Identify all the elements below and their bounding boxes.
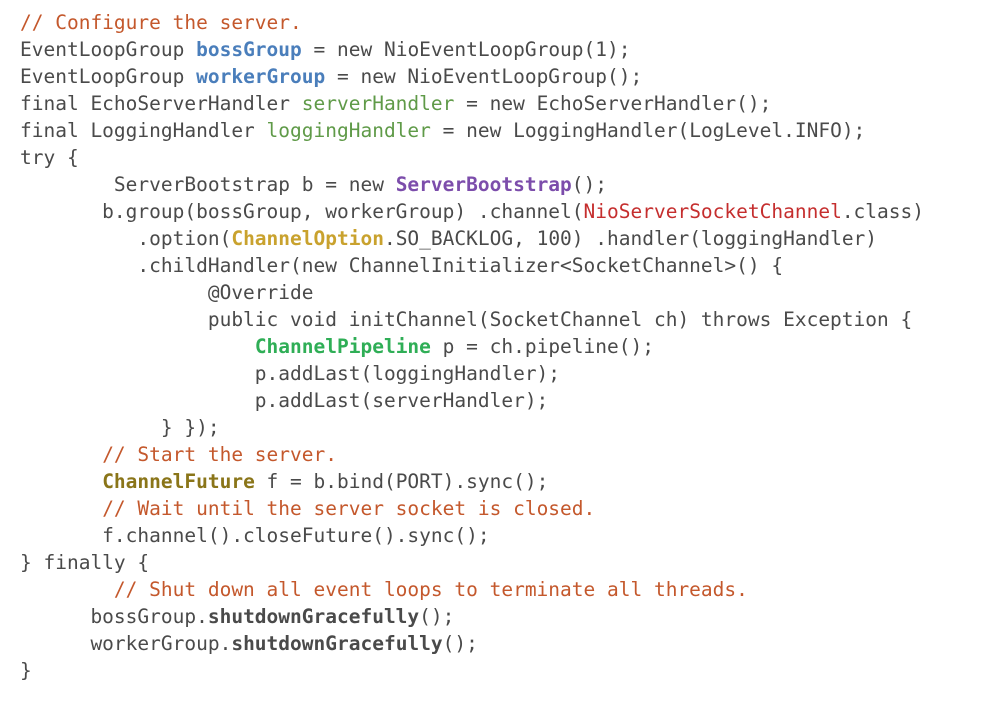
code-token: .childHandler(new ChannelInitializer<Soc… — [20, 254, 784, 277]
code-token: final EchoServerHandler — [20, 92, 302, 115]
code-token: // Start the server. — [102, 443, 337, 466]
code-token: p = ch.pipeline(); — [430, 335, 654, 358]
code-line: bossGroup.shutdownGracefully(); — [0, 603, 1000, 630]
code-token: serverHandler — [301, 92, 455, 115]
code-token: workerGroup — [196, 65, 326, 88]
code-token: shutdownGracefully — [231, 632, 443, 655]
code-token: f.channel().closeFuture().sync(); — [20, 524, 490, 547]
code-line: } finally { — [0, 549, 1000, 576]
code-token: = new LoggingHandler(LogLevel.INFO); — [430, 119, 866, 142]
code-token: (); — [442, 632, 478, 655]
code-token: .class) — [841, 200, 924, 223]
code-line: // Wait until the server socket is close… — [0, 495, 1000, 522]
code-token: ChannelPipeline — [254, 335, 431, 358]
code-line: p.addLast(serverHandler); — [0, 387, 1000, 414]
code-token: bossGroup — [196, 38, 302, 61]
code-line: p.addLast(loggingHandler); — [0, 360, 1000, 387]
code-line: final LoggingHandler loggingHandler = ne… — [0, 117, 1000, 144]
code-token: @Override — [20, 281, 314, 304]
code-token: // Shut down all event loops to terminat… — [113, 578, 748, 601]
code-token: .option( — [20, 227, 232, 250]
code-line: @Override — [0, 279, 1000, 306]
code-token: p.addLast(loggingHandler); — [20, 362, 561, 385]
code-line: } — [0, 657, 1000, 684]
code-line: ServerBootstrap b = new ServerBootstrap(… — [0, 171, 1000, 198]
code-line: b.group(bossGroup, workerGroup) .channel… — [0, 198, 1000, 225]
code-line: try { — [0, 144, 1000, 171]
code-line: // Shut down all event loops to terminat… — [0, 576, 1000, 603]
code-token: (); — [419, 605, 455, 628]
code-token: try { — [20, 146, 79, 169]
code-token: (); — [571, 173, 608, 196]
code-token: ChannelOption — [231, 227, 384, 250]
code-listing: // Configure the server. EventLoopGroup b… — [0, 9, 1000, 709]
code-token: public void initChannel(SocketChannel ch… — [20, 308, 913, 331]
code-token: f = b.bind(PORT).sync(); — [254, 470, 549, 493]
code-line: .option(ChannelOption.SO_BACKLOG, 100) .… — [0, 225, 1000, 252]
code-token: loggingHandler — [266, 119, 431, 142]
code-line: // Start the server. — [0, 441, 1000, 468]
code-line: EventLoopGroup bossGroup = new NioEventL… — [0, 36, 1000, 63]
code-token: EventLoopGroup — [20, 38, 197, 61]
code-line: .childHandler(new ChannelInitializer<Soc… — [0, 252, 1000, 279]
code-token: ChannelFuture — [102, 470, 255, 493]
code-token: // Wait until the server socket is close… — [102, 497, 596, 520]
code-token: p.addLast(serverHandler); — [20, 389, 549, 412]
code-line: } }); — [0, 414, 1000, 441]
code-line: f.channel().closeFuture().sync(); — [0, 522, 1000, 549]
code-line: workerGroup.shutdownGracefully(); — [0, 630, 1000, 657]
code-token: workerGroup. — [20, 632, 232, 655]
code-token: NioServerSocketChannel — [583, 200, 842, 223]
code-token: final LoggingHandler — [20, 119, 267, 142]
code-token: = new NioEventLoopGroup(1); — [301, 38, 631, 61]
code-token: .SO_BACKLOG, 100) .handler(loggingHandle… — [383, 227, 878, 250]
code-token: } finally { — [20, 551, 150, 574]
code-line: ChannelPipeline p = ch.pipeline(); — [0, 333, 1000, 360]
code-token: EventLoopGroup — [20, 65, 197, 88]
code-token: bossGroup. — [20, 605, 208, 628]
code-line: public void initChannel(SocketChannel ch… — [0, 306, 1000, 333]
code-line: EventLoopGroup workerGroup = new NioEven… — [0, 63, 1000, 90]
code-token: = new EchoServerHandler(); — [454, 92, 772, 115]
code-token: b.group(bossGroup, workerGroup) .channel… — [20, 200, 584, 223]
code-token: ServerBootstrap — [395, 173, 572, 196]
code-line: final EchoServerHandler serverHandler = … — [0, 90, 1000, 117]
code-line: // Configure the server. — [0, 9, 1000, 36]
code-token: } — [20, 659, 32, 682]
code-token: ServerBootstrap b = new — [20, 173, 396, 196]
code-token: // Configure the server. — [20, 11, 302, 34]
code-token: shutdownGracefully — [207, 605, 420, 628]
code-token: } }); — [20, 416, 220, 439]
code-token: = new NioEventLoopGroup(); — [325, 65, 643, 88]
code-line: ChannelFuture f = b.bind(PORT).sync(); — [0, 468, 1000, 495]
